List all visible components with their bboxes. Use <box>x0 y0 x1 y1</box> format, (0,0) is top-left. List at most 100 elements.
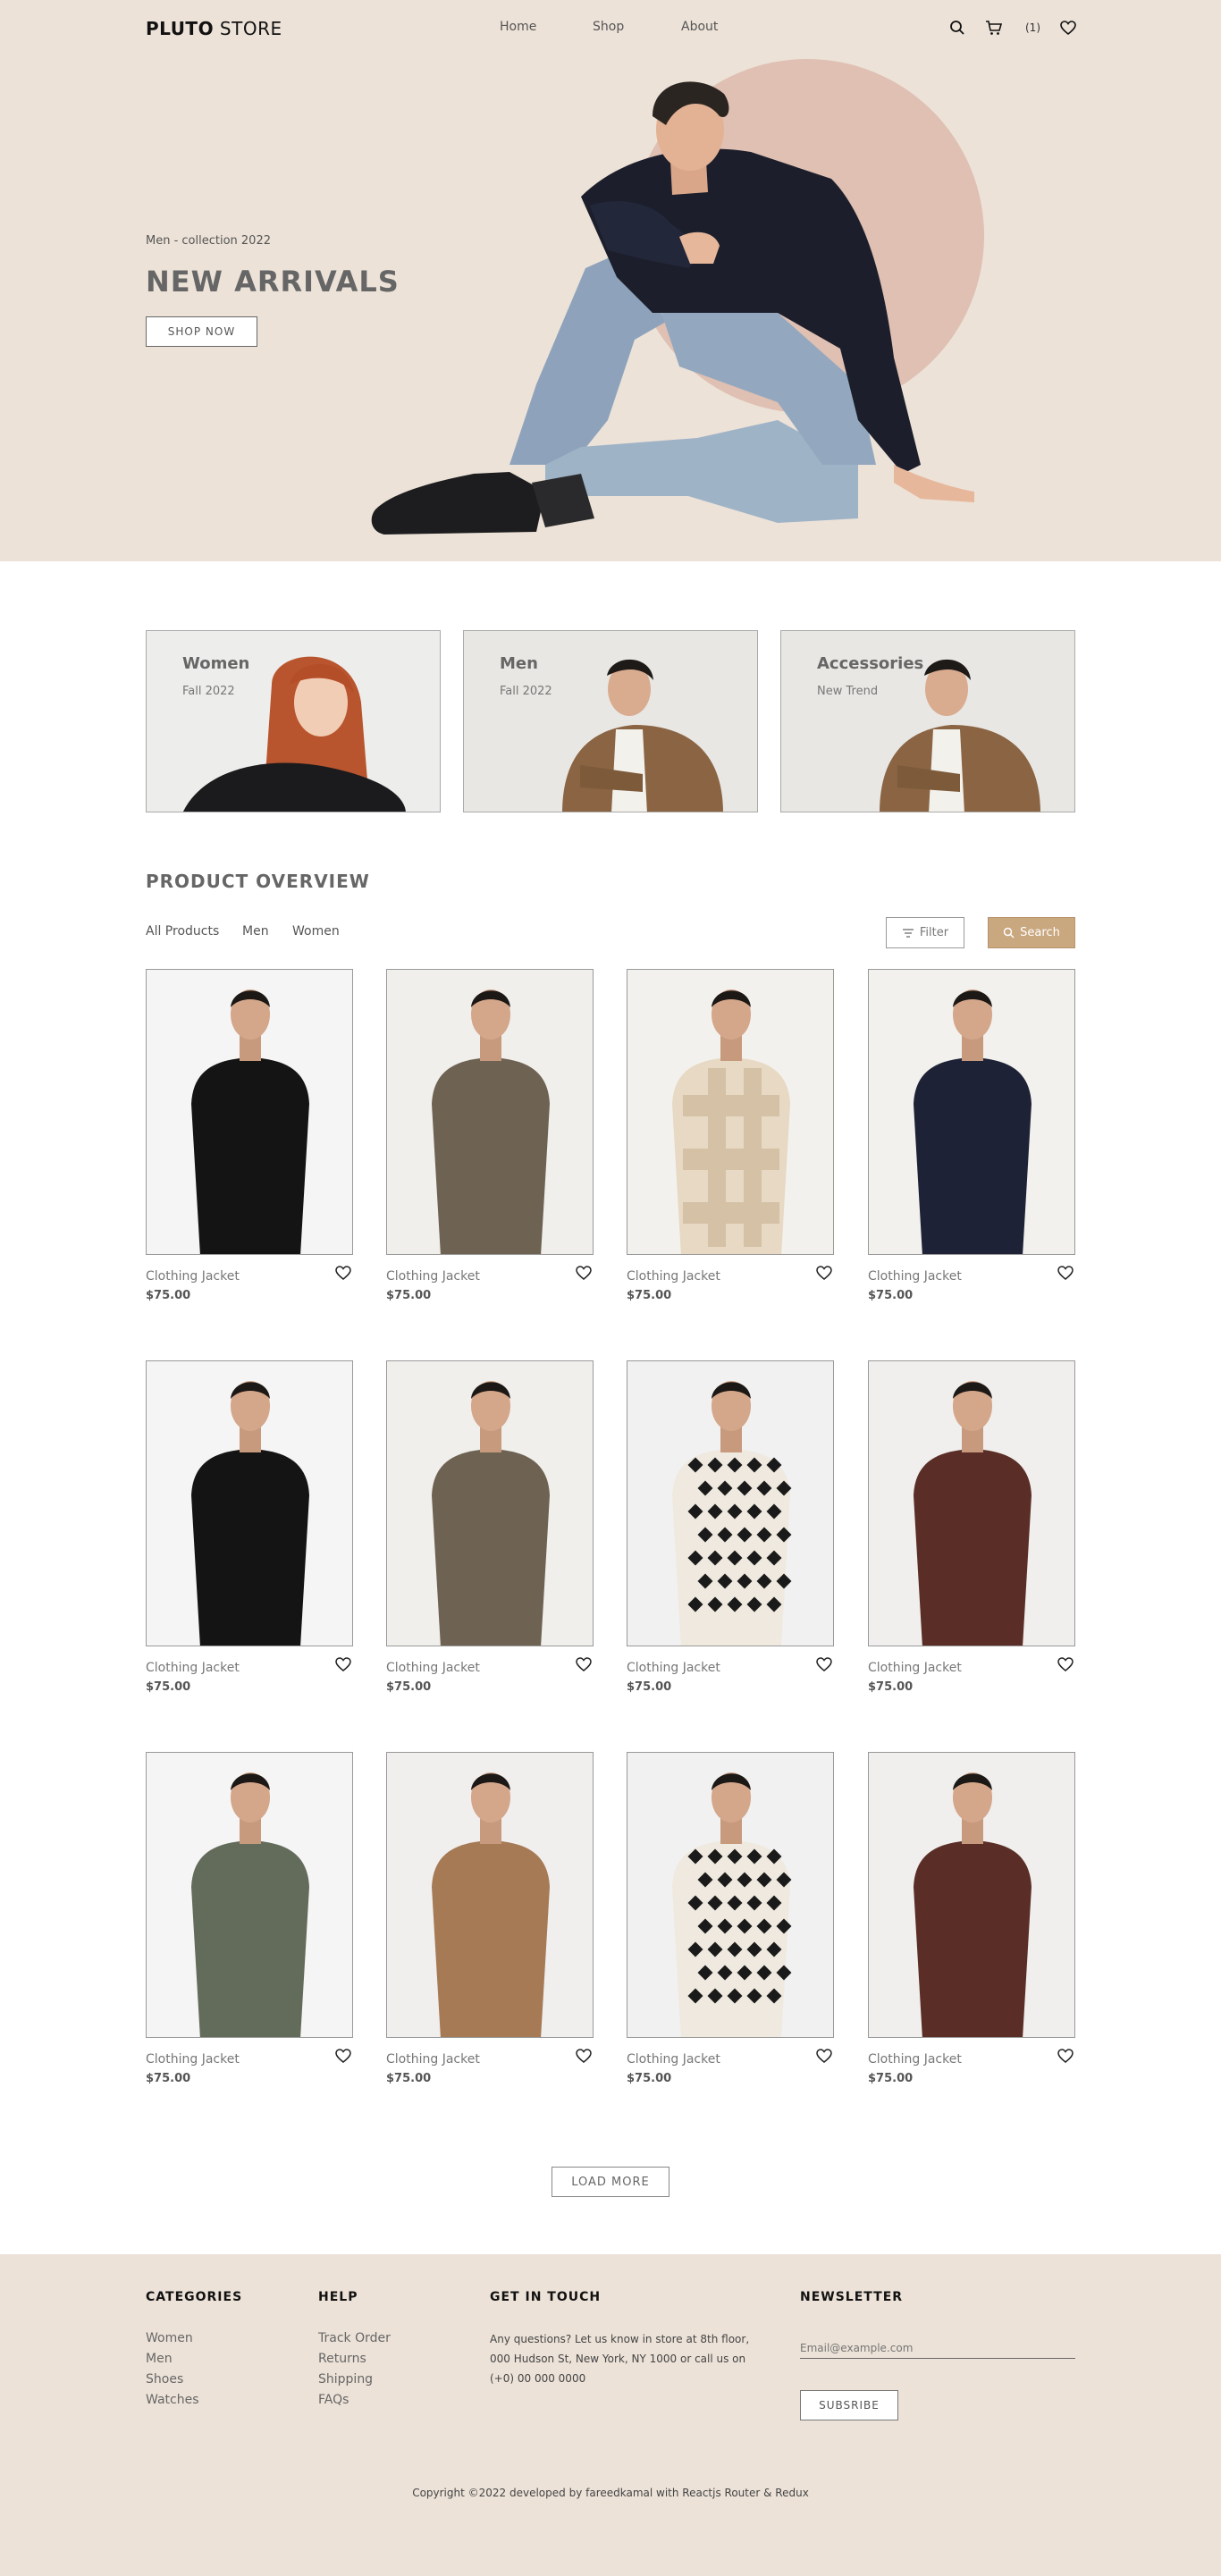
product-image[interactable] <box>386 1752 594 2038</box>
product-name[interactable]: Clothing Jacket <box>386 1661 480 1675</box>
search-label: Search <box>1020 926 1060 939</box>
wishlist-heart-icon[interactable] <box>1058 18 1078 38</box>
subscribe-button[interactable]: SUBSRIBE <box>800 2390 898 2420</box>
product-card[interactable]: Clothing Jacket $75.00 <box>627 1752 834 2085</box>
product-image[interactable] <box>868 1752 1075 2038</box>
tab-men[interactable]: Men <box>242 924 269 939</box>
category-subtitle: Fall 2022 <box>500 685 552 698</box>
product-name[interactable]: Clothing Jacket <box>627 1269 720 1284</box>
product-card[interactable]: Clothing Jacket $75.00 <box>627 1360 834 1694</box>
footer-link-women[interactable]: Women <box>146 2331 193 2345</box>
product-card[interactable]: Clothing Jacket $75.00 <box>146 1360 353 1694</box>
footer-link-watches[interactable]: Watches <box>146 2393 199 2407</box>
heart-icon[interactable] <box>576 1266 594 1284</box>
product-card[interactable]: Clothing Jacket $75.00 <box>868 969 1075 1302</box>
filter-icon <box>902 928 914 938</box>
product-price: $75.00 <box>146 2072 191 2085</box>
heart-icon[interactable] <box>576 1657 594 1675</box>
heart-icon[interactable] <box>1057 1657 1075 1675</box>
product-name[interactable]: Clothing Jacket <box>146 2052 240 2067</box>
product-price: $75.00 <box>386 2072 432 2085</box>
heart-icon[interactable] <box>816 1657 834 1675</box>
footer: CATEGORIES Women Men Shoes Watches HELP … <box>0 2254 1221 2576</box>
product-card[interactable]: Clothing Jacket $75.00 <box>386 1360 594 1694</box>
product-image[interactable] <box>386 1360 594 1646</box>
product-name[interactable]: Clothing Jacket <box>868 2052 962 2067</box>
category-title: Accessories <box>817 654 924 673</box>
footer-link-returns[interactable]: Returns <box>318 2352 366 2366</box>
product-card[interactable]: Clothing Jacket $75.00 <box>146 1752 353 2085</box>
product-price: $75.00 <box>146 1289 191 1302</box>
product-name[interactable]: Clothing Jacket <box>386 2052 480 2067</box>
search-icon[interactable] <box>947 18 967 38</box>
footer-link-track-order[interactable]: Track Order <box>318 2331 391 2345</box>
product-price: $75.00 <box>868 1680 914 1694</box>
category-card-accessories[interactable]: Accessories New Trend <box>780 630 1075 812</box>
nav-shop[interactable]: Shop <box>593 20 624 34</box>
heart-icon[interactable] <box>335 1657 353 1675</box>
heart-icon[interactable] <box>816 2049 834 2067</box>
category-subtitle: New Trend <box>817 685 879 698</box>
product-image[interactable] <box>627 1360 834 1646</box>
product-image[interactable] <box>627 969 834 1255</box>
footer-link-shipping[interactable]: Shipping <box>318 2372 373 2387</box>
footer-link-shoes[interactable]: Shoes <box>146 2372 183 2387</box>
product-image[interactable] <box>868 1360 1075 1646</box>
product-price: $75.00 <box>868 1289 914 1302</box>
hero-model-image <box>371 81 974 535</box>
newsletter-email-input[interactable] <box>800 2337 1075 2359</box>
product-card[interactable]: Clothing Jacket $75.00 <box>868 1360 1075 1694</box>
load-more-button[interactable]: LOAD MORE <box>552 2167 669 2197</box>
tab-women[interactable]: Women <box>292 924 340 939</box>
product-name[interactable]: Clothing Jacket <box>868 1661 962 1675</box>
product-card[interactable]: Clothing Jacket $75.00 <box>386 969 594 1302</box>
product-image[interactable] <box>627 1752 834 2038</box>
heart-icon[interactable] <box>335 1266 353 1284</box>
logo[interactable]: PLUTO STORE <box>146 18 282 39</box>
footer-link-faqs[interactable]: FAQs <box>318 2393 349 2407</box>
copyright-text: Copyright ©2022 developed by fareedkamal… <box>412 2487 809 2499</box>
category-title: Men <box>500 654 538 673</box>
product-name[interactable]: Clothing Jacket <box>627 2052 720 2067</box>
filter-label: Filter <box>919 926 949 939</box>
product-price: $75.00 <box>146 1680 191 1694</box>
search-icon <box>1003 927 1015 939</box>
heart-icon[interactable] <box>335 2049 353 2067</box>
heart-icon[interactable] <box>1057 1266 1075 1284</box>
product-card[interactable]: Clothing Jacket $75.00 <box>868 1752 1075 2085</box>
product-price: $75.00 <box>627 2072 672 2085</box>
filter-button[interactable]: Filter <box>886 917 964 948</box>
category-card-men[interactable]: Men Fall 2022 <box>463 630 758 812</box>
heart-icon[interactable] <box>816 1266 834 1284</box>
product-image[interactable] <box>146 1752 353 2038</box>
nav-about[interactable]: About <box>681 20 718 34</box>
category-subtitle: Fall 2022 <box>182 685 235 698</box>
product-overview-title: PRODUCT OVERVIEW <box>146 871 370 892</box>
product-image[interactable] <box>868 969 1075 1255</box>
category-card-women[interactable]: Women Fall 2022 <box>146 630 441 812</box>
product-price: $75.00 <box>627 1289 672 1302</box>
tab-all-products[interactable]: All Products <box>146 924 219 939</box>
shop-now-button[interactable]: SHOP NOW <box>146 316 257 347</box>
product-name[interactable]: Clothing Jacket <box>146 1269 240 1284</box>
heart-icon[interactable] <box>576 2049 594 2067</box>
footer-link-men[interactable]: Men <box>146 2352 173 2366</box>
product-card[interactable]: Clothing Jacket $75.00 <box>627 969 834 1302</box>
footer-contact-title: GET IN TOUCH <box>490 2290 602 2304</box>
product-image[interactable] <box>386 969 594 1255</box>
nav-home[interactable]: Home <box>500 20 536 34</box>
product-image[interactable] <box>146 969 353 1255</box>
product-name[interactable]: Clothing Jacket <box>146 1661 240 1675</box>
product-image[interactable] <box>146 1360 353 1646</box>
product-card[interactable]: Clothing Jacket $75.00 <box>146 969 353 1302</box>
search-button[interactable]: Search <box>988 917 1075 948</box>
product-name[interactable]: Clothing Jacket <box>386 1269 480 1284</box>
product-name[interactable]: Clothing Jacket <box>868 1269 962 1284</box>
footer-help-title: HELP <box>318 2290 358 2304</box>
cart-icon[interactable] <box>984 18 1004 38</box>
category-title: Women <box>182 654 250 673</box>
product-price: $75.00 <box>386 1289 432 1302</box>
product-card[interactable]: Clothing Jacket $75.00 <box>386 1752 594 2085</box>
product-name[interactable]: Clothing Jacket <box>627 1661 720 1675</box>
heart-icon[interactable] <box>1057 2049 1075 2067</box>
